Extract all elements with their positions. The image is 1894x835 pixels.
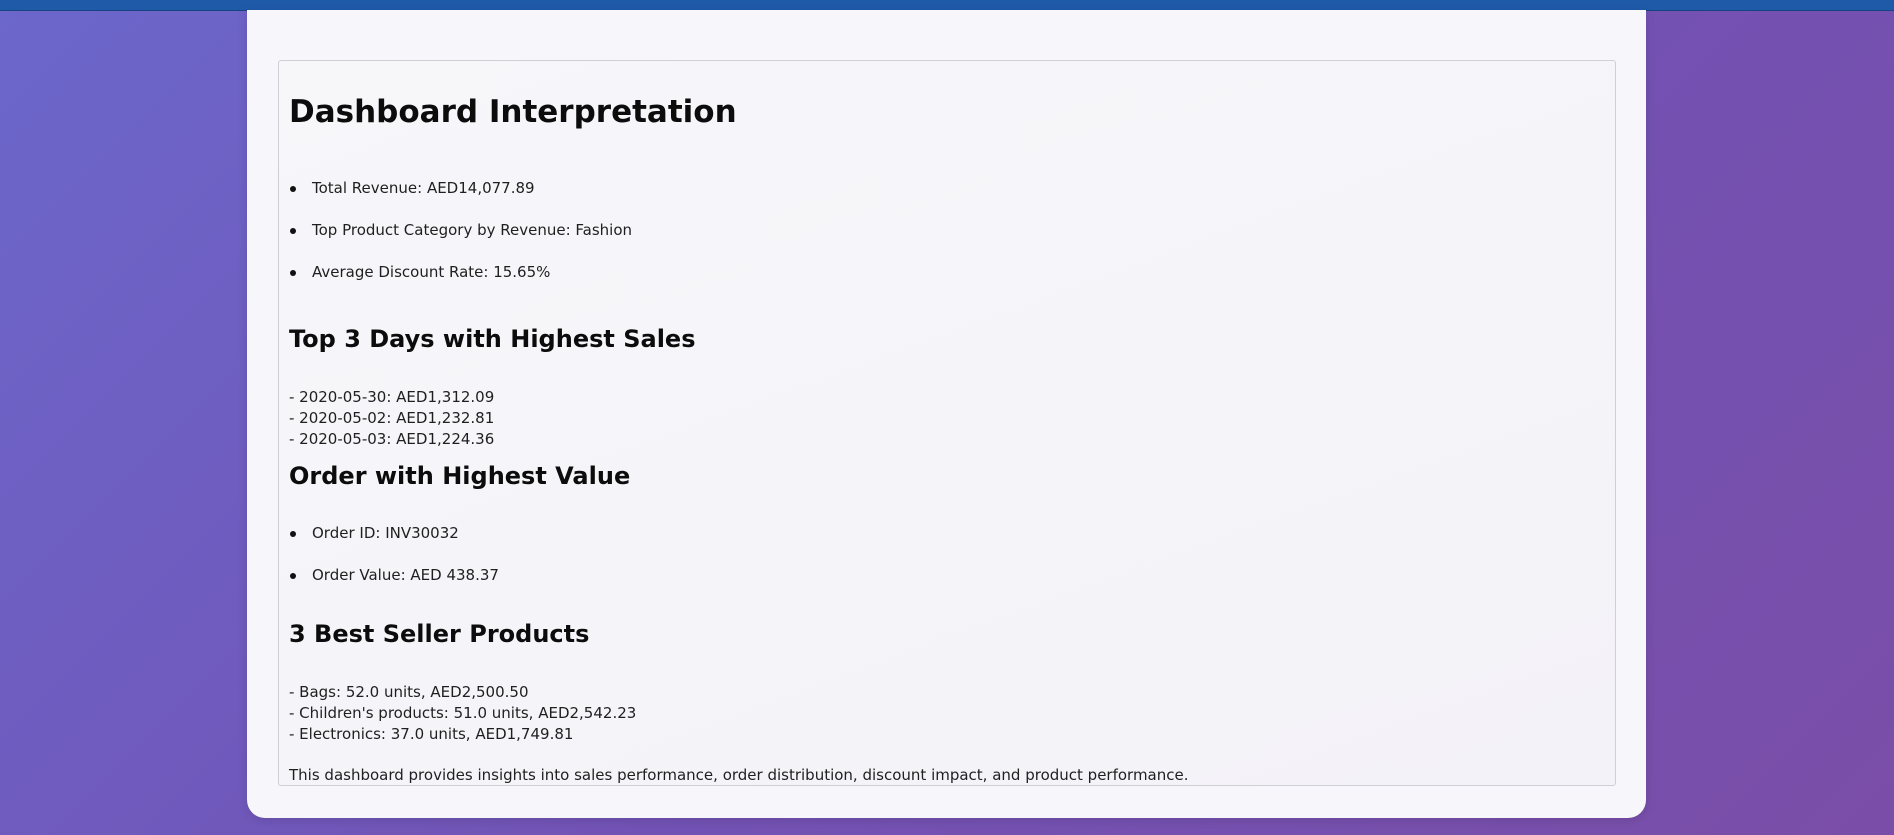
bullet-icon: [290, 531, 296, 537]
footer-note: This dashboard provides insights into sa…: [289, 766, 1189, 784]
best-sellers-heading: 3 Best Seller Products: [289, 620, 590, 648]
best-seller-line: - Electronics: 37.0 units, AED1,749.81: [289, 725, 574, 743]
bullet-icon: [290, 186, 296, 192]
dashboard-card: Dashboard Interpretation Total Revenue: …: [247, 10, 1646, 818]
interpretation-panel: Dashboard Interpretation Total Revenue: …: [278, 60, 1616, 786]
bullet-icon: [290, 270, 296, 276]
top-day-line: - 2020-05-02: AED1,232.81: [289, 409, 495, 427]
highest-order-heading: Order with Highest Value: [289, 462, 631, 490]
top-day-line: - 2020-05-03: AED1,224.36: [289, 430, 495, 448]
best-seller-line: - Children's products: 51.0 units, AED2,…: [289, 704, 637, 722]
bullet-icon: [290, 573, 296, 579]
bullet-icon: [290, 228, 296, 234]
best-seller-line: - Bags: 52.0 units, AED2,500.50: [289, 683, 529, 701]
top-days-heading: Top 3 Days with Highest Sales: [289, 325, 696, 353]
top-day-line: - 2020-05-30: AED1,312.09: [289, 388, 495, 406]
page-title: Dashboard Interpretation: [289, 94, 737, 130]
